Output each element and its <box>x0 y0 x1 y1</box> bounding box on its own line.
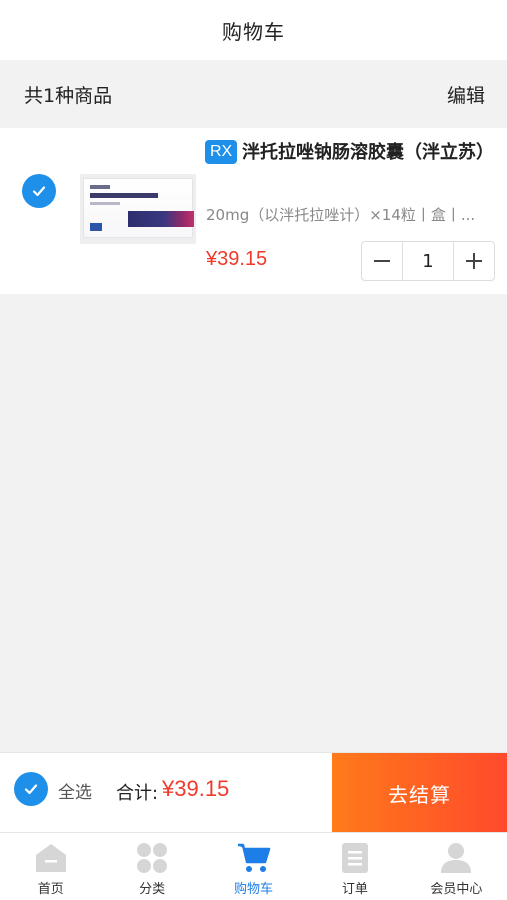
tab-label: 会员中心 <box>430 882 483 897</box>
checkmark-icon <box>24 784 38 795</box>
tab-order[interactable]: 订单 <box>304 833 405 900</box>
tab-label: 订单 <box>341 882 368 897</box>
nav-bar: 购物车 <box>0 0 507 60</box>
tab-bar: 首页 分类 购物车 订单 会员中心 <box>0 832 507 900</box>
checkout-button[interactable]: 去结算 <box>332 753 507 833</box>
tab-home[interactable]: 首页 <box>0 833 101 900</box>
total-label: 合计: <box>116 783 159 804</box>
minus-icon <box>374 260 390 262</box>
quantity-stepper: 1 <box>361 241 495 281</box>
tab-label: 首页 <box>37 882 64 897</box>
product-spec: 20mg（以泮托拉唑计）×14粒丨盒丨... <box>206 206 476 224</box>
select-all-label[interactable]: 全选 <box>58 778 92 803</box>
tab-cart[interactable]: 购物车 <box>203 833 304 900</box>
cart-icon <box>237 842 271 874</box>
product-name[interactable]: 泮托拉唑钠肠溶胶囊（泮立苏） <box>205 139 494 166</box>
edit-button[interactable]: 编辑 <box>447 81 485 108</box>
member-icon <box>439 842 473 874</box>
product-image[interactable] <box>80 174 196 244</box>
plus-icon <box>466 253 482 269</box>
tab-category[interactable]: 分类 <box>101 833 202 900</box>
item-checkbox[interactable] <box>22 174 56 208</box>
checkout-bar: 全选 合计: ¥39.15 去结算 <box>0 752 507 833</box>
select-all-checkbox[interactable] <box>14 772 48 806</box>
medicine-box-graphic <box>83 178 194 238</box>
product-price: ¥39.15 <box>206 248 268 270</box>
tab-label: 分类 <box>139 882 166 897</box>
decrease-quantity-button[interactable] <box>362 242 402 280</box>
cart-summary-bar: 共1种商品 编辑 <box>0 60 507 128</box>
increase-quantity-button[interactable] <box>454 242 494 280</box>
quantity-value[interactable]: 1 <box>402 242 454 280</box>
home-icon <box>34 842 68 874</box>
tab-member[interactable]: 会员中心 <box>406 833 507 900</box>
order-icon <box>338 842 372 874</box>
item-count-text: 共1种商品 <box>24 84 113 107</box>
tab-label: 购物车 <box>234 882 274 897</box>
total-price: ¥39.15 <box>162 776 230 801</box>
page-title: 购物车 <box>222 19 285 44</box>
checkmark-icon <box>32 186 46 197</box>
cart-page: 购物车 共1种商品 编辑 RX 泮托拉唑钠肠溶胶囊（泮立苏） 20mg（以泮托拉… <box>0 0 507 900</box>
category-icon <box>135 842 169 874</box>
